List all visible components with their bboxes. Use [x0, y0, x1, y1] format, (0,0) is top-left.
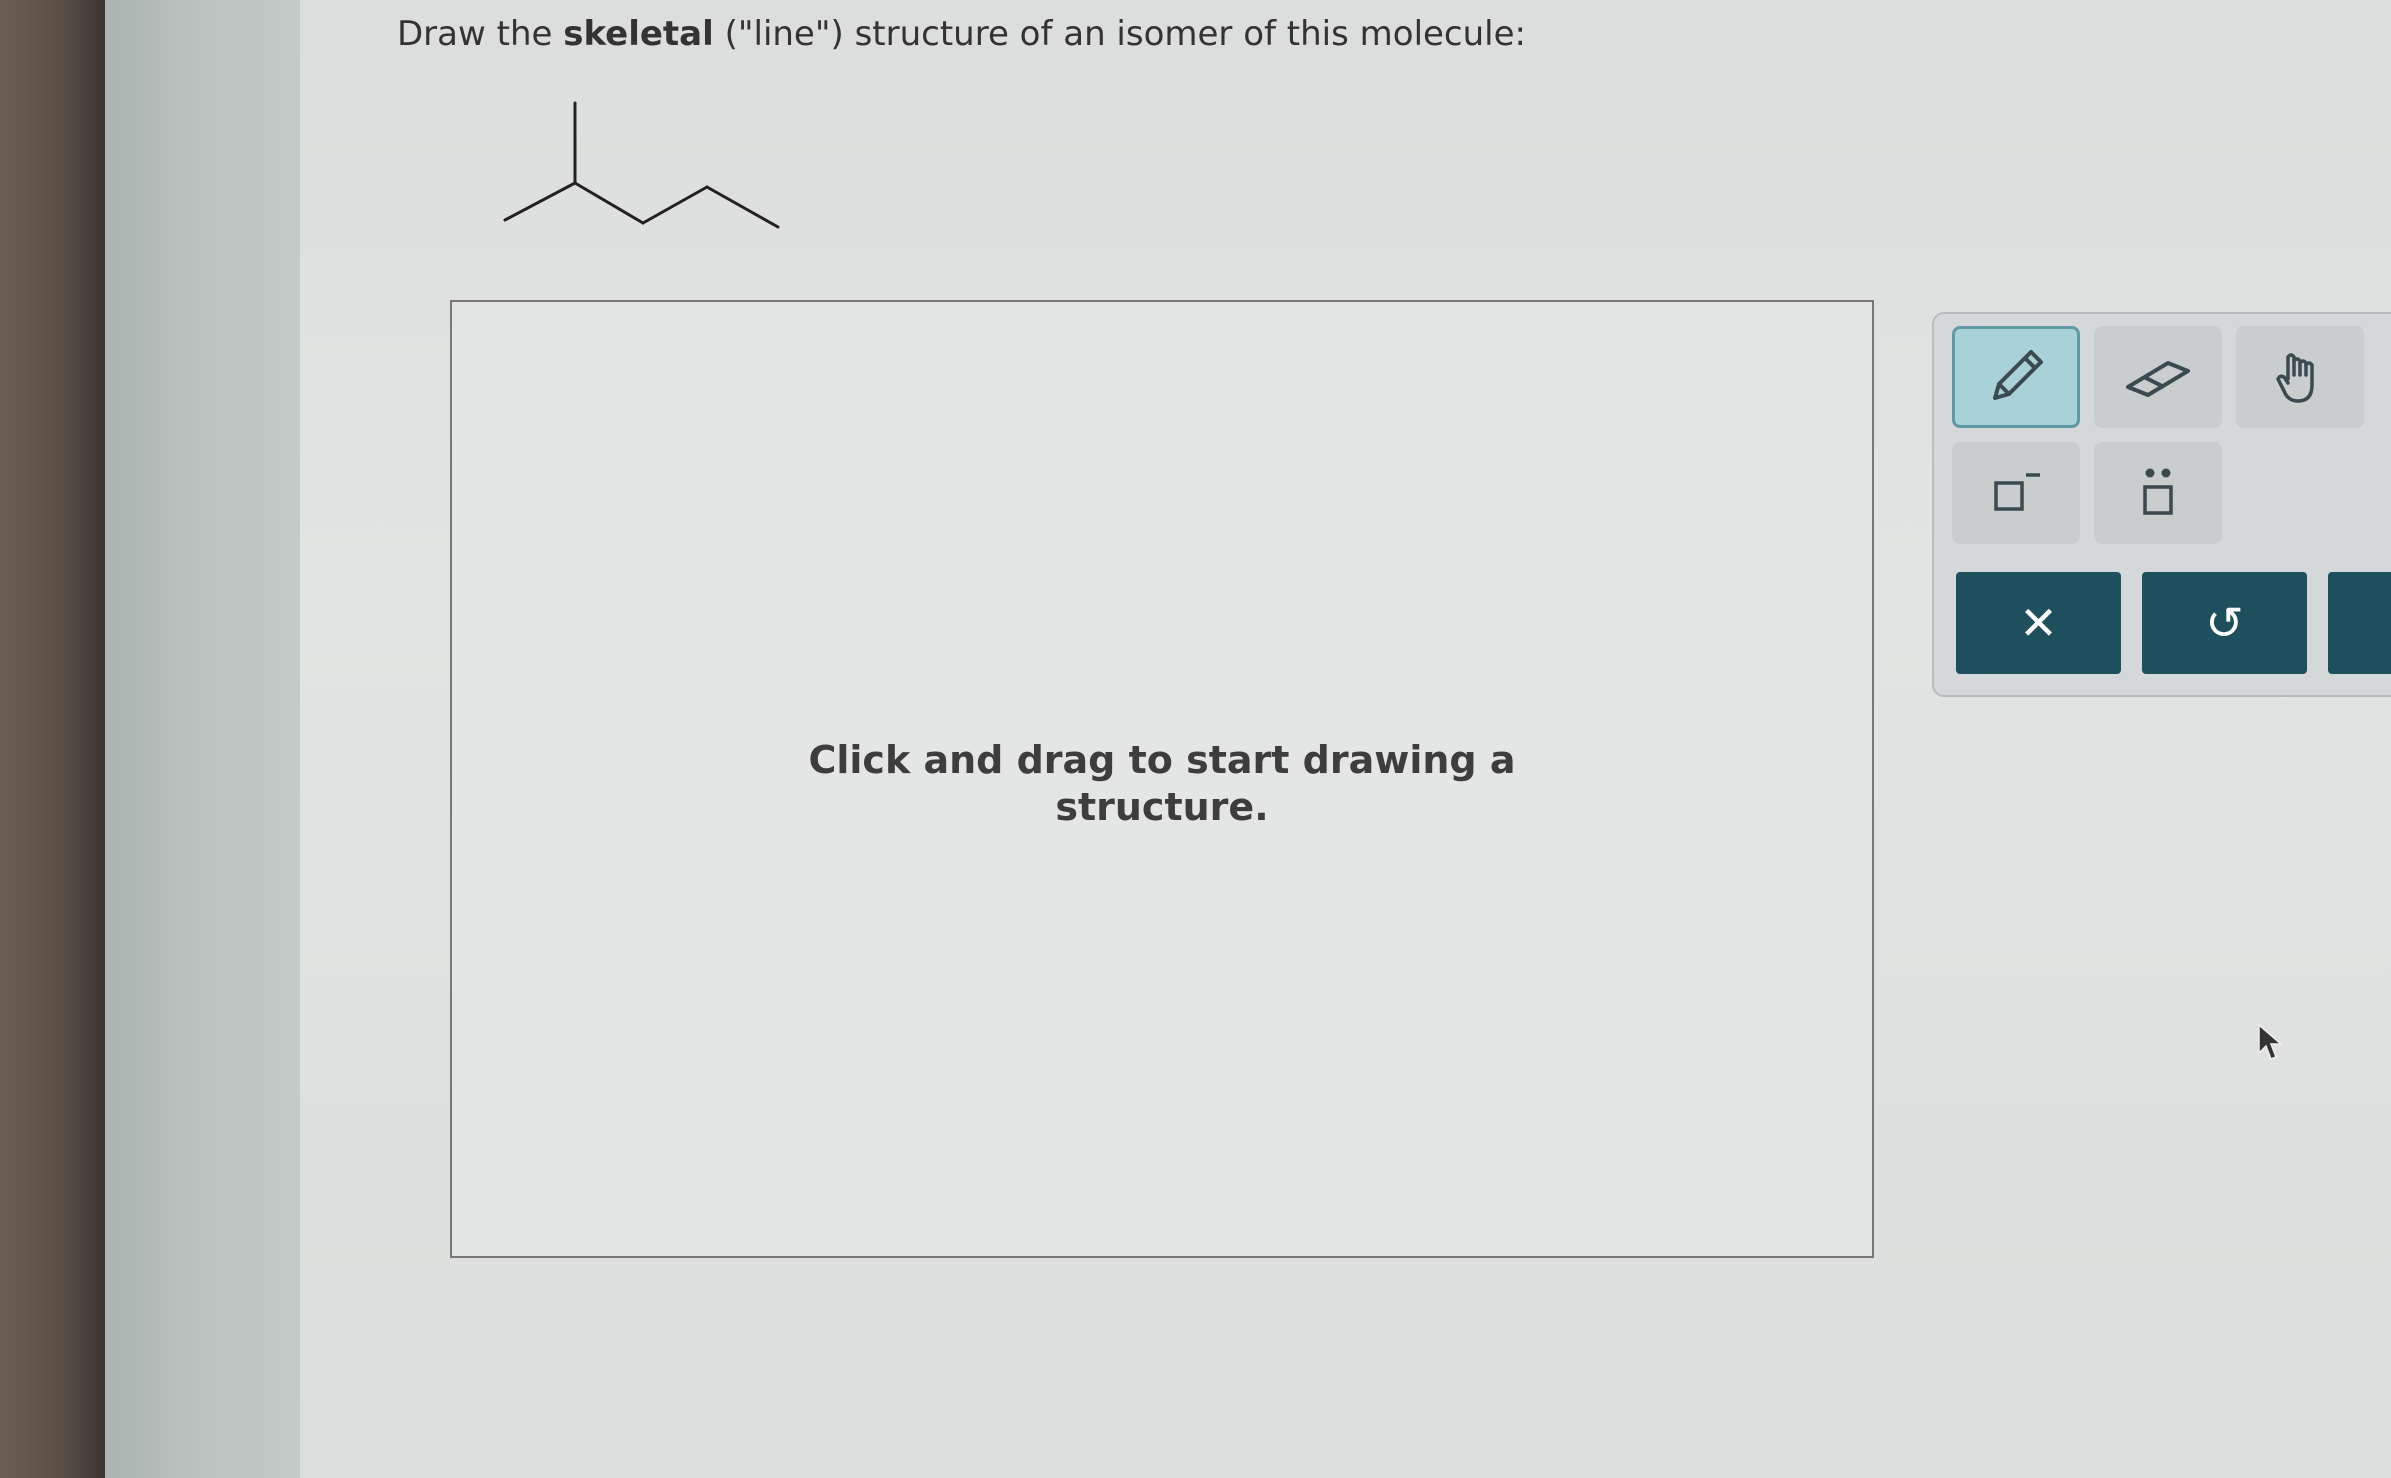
canvas-hint-line1: Click and drag to start drawing a — [808, 738, 1516, 782]
undo-icon: ↺ — [2205, 596, 2244, 650]
clear-button[interactable]: ✕ — [1956, 572, 2121, 674]
hand-icon — [2276, 353, 2314, 403]
prompt-prefix: Draw the — [397, 14, 564, 54]
monitor-bezel — [0, 0, 105, 1478]
bond — [503, 181, 577, 222]
eraser-icon — [2126, 361, 2190, 397]
lone-pair-icon — [2143, 468, 2173, 515]
mouse-cursor-icon — [2258, 1023, 2284, 1060]
hand-tool-button[interactable] — [2236, 326, 2364, 428]
charge-icon — [1994, 473, 2040, 511]
molecule-skeletal-structure — [503, 101, 780, 229]
bond — [573, 181, 645, 225]
prompt-bold: skeletal — [563, 14, 714, 54]
pencil-icon — [1993, 350, 2043, 400]
pencil-tool-button[interactable] — [1952, 326, 2080, 428]
prompt-suffix: ("line") structure of an isomer of this … — [713, 14, 1526, 54]
eraser-tool-button[interactable] — [2094, 326, 2222, 428]
canvas-hint: Click and drag to start drawing a struct… — [452, 737, 1872, 831]
charge-tool-button[interactable] — [1952, 442, 2080, 544]
lone-pair-tool-button[interactable] — [2094, 442, 2222, 544]
drawing-canvas[interactable]: Click and drag to start drawing a struct… — [450, 300, 1874, 1258]
bond — [705, 185, 780, 229]
left-margin — [105, 0, 300, 1478]
drawing-toolbar: ✕ ↺ — [1932, 312, 2391, 697]
clear-icon: ✕ — [2019, 596, 2058, 650]
toolbar-overflow-button[interactable] — [2328, 572, 2391, 674]
bond — [641, 185, 709, 225]
canvas-hint-line2: structure. — [1055, 785, 1269, 829]
question-prompt: Draw the skeletal ("line") structure of … — [397, 14, 1526, 54]
undo-button[interactable]: ↺ — [2142, 572, 2307, 674]
